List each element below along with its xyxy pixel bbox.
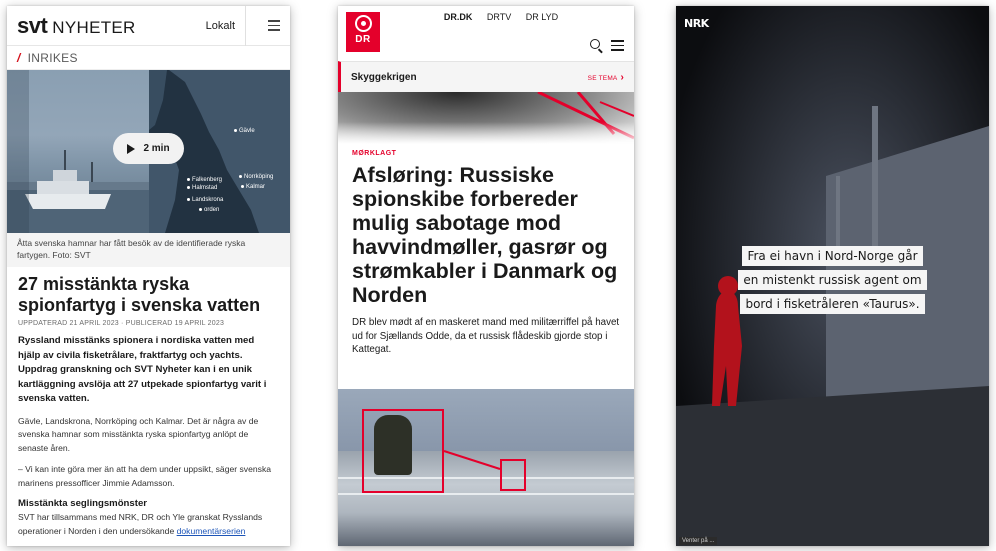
screenshot-collage: svt NYHETER Lokalt / INRIKES Gävle Norrk…	[0, 0, 996, 551]
caption-line-2: en mistenkt russisk agent om	[738, 270, 927, 290]
story-caption: Fra ei havn i Nord-Norge går en mistenkt…	[676, 246, 989, 318]
caption-line-3: bord i fisketråleren «Taurus».	[740, 294, 925, 314]
article-lead: Ryssland misstänks spionera i nordiska v…	[18, 335, 267, 405]
topnav-drtv[interactable]: DRTV	[487, 12, 511, 22]
article-title: 27 misstänkta ryska spionfartyg i svensk…	[18, 274, 261, 315]
nrk-logo[interactable]: NRK	[684, 17, 709, 30]
article-title: Afsløring: Russiske spionskibe forberede…	[352, 163, 620, 307]
play-icon	[127, 143, 136, 154]
dr-article-body: MØRKLAGT Afsløring: Russiske spionskibe …	[338, 150, 634, 357]
dr-top-nav: DR.DK DRTV DR LYD	[338, 12, 634, 22]
map-city-falkenberg: Falkenberg	[187, 177, 222, 183]
map-city-norrkoping: Norrköping	[239, 174, 273, 180]
hamburger-menu-icon[interactable]	[611, 40, 624, 51]
svt-article-body: 27 misstänkta ryska spionfartyg i svensk…	[7, 274, 290, 538]
hamburger-menu-icon[interactable]	[246, 6, 280, 46]
play-button[interactable]: 2 min	[113, 133, 184, 164]
map-city-landskrona: Landskrona	[187, 197, 223, 203]
article-subheading: Misstänkta seglingsmönster	[18, 498, 148, 510]
dr-article-screen: DR DR.DK DRTV DR LYD Skyggekrigen SE TEM…	[338, 6, 634, 546]
article-kicker: MØRKLAGT	[352, 150, 397, 157]
svt-logo[interactable]: svt NYHETER	[17, 13, 136, 39]
nrk-story-screen: NRK Fra ei havn i Nord-Norge går en mist…	[676, 6, 989, 546]
theme-bar[interactable]: Skyggekrigen SE TEMA	[338, 61, 634, 92]
article-lead: DR blev mødt af en maskeret mand med mil…	[352, 317, 620, 356]
map-city-halmstad: Halmstad	[187, 185, 217, 191]
topnav-dr-lyd[interactable]: DR LYD	[526, 12, 558, 22]
search-icon[interactable]	[590, 39, 600, 49]
loading-status: Venter på ...	[679, 537, 718, 545]
article-photo	[338, 389, 634, 546]
title-strong: Afsløring:	[352, 163, 454, 187]
map-city-partial: orden	[199, 207, 219, 213]
section-slash-icon: /	[17, 50, 21, 65]
see-theme-link[interactable]: SE TEMA	[588, 72, 624, 83]
topnav-dr-dk[interactable]: DR.DK	[444, 12, 473, 22]
hero-graphic	[338, 92, 634, 144]
theme-name: Skyggekrigen	[351, 71, 417, 83]
video-player[interactable]: Gävle Norrköping Kalmar Falkenberg Halms…	[7, 70, 290, 233]
article-dates: UPPDATERAD 21 APRIL 2023 · PUBLICERAD 19…	[18, 320, 225, 327]
section-label[interactable]: / INRIKES	[7, 46, 290, 70]
photo-caption: Åtta svenska hamnar har fått besök av de…	[7, 233, 290, 267]
map-city-kalmar: Kalmar	[241, 184, 265, 190]
svt-header: svt NYHETER Lokalt	[7, 6, 290, 46]
svt-logo-word: NYHETER	[52, 17, 136, 37]
svt-article-screen: svt NYHETER Lokalt / INRIKES Gävle Norrk…	[7, 6, 290, 546]
dr-logo-text: DR	[355, 34, 371, 45]
lokalt-link[interactable]: Lokalt	[206, 6, 246, 46]
caption-line-1: Fra ei havn i Nord-Norge går	[742, 246, 923, 266]
documentary-series-link[interactable]: dokumentärserien	[177, 526, 246, 536]
video-duration: 2 min	[143, 143, 170, 154]
section-name: INRIKES	[27, 50, 78, 65]
dr-header: DR DR.DK DRTV DR LYD	[338, 6, 634, 61]
svt-logo-mark: svt	[17, 12, 48, 38]
article-paragraph-3: SVT har tillsammans med NRK, DR och Yle …	[18, 511, 279, 538]
article-paragraph-1: Gävle, Landskrona, Norrköping och Kalmar…	[18, 415, 259, 453]
map-city-gavle: Gävle	[234, 128, 255, 134]
article-paragraph-2: – Vi kan inte göra mer än att ha dem und…	[18, 464, 272, 488]
